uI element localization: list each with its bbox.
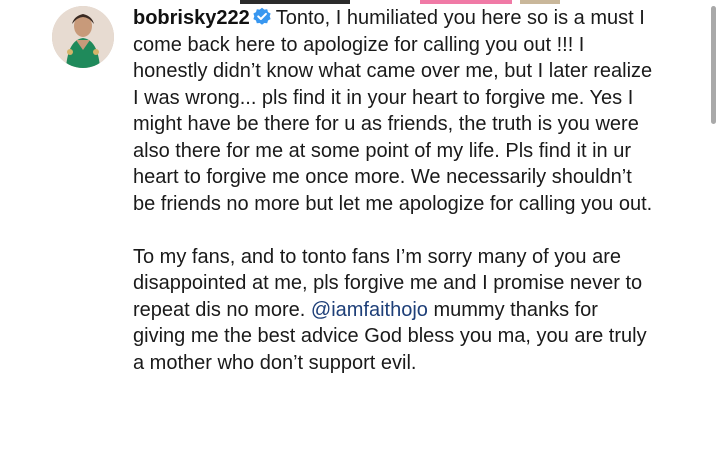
image-strip-segment	[420, 0, 512, 4]
mention-link[interactable]: @iamfaithojo	[311, 299, 428, 321]
comment-paragraph: bobrisky222 Tonto, I humiliated you here …	[133, 5, 653, 217]
username-link[interactable]: bobrisky222	[133, 7, 250, 29]
image-strip-segment	[240, 0, 350, 4]
scrollbar[interactable]	[711, 6, 716, 124]
comment-body: bobrisky222 Tonto, I humiliated you here …	[133, 5, 653, 376]
verified-badge-icon	[253, 7, 271, 25]
avatar-photo	[52, 6, 114, 68]
comment-text: Tonto, I humiliated you here so is a mus…	[133, 7, 653, 215]
image-strip-segment	[520, 0, 560, 4]
avatar[interactable]	[52, 6, 114, 68]
comment-paragraph: To my fans, and to tonto fans I’m sorry …	[133, 244, 653, 377]
